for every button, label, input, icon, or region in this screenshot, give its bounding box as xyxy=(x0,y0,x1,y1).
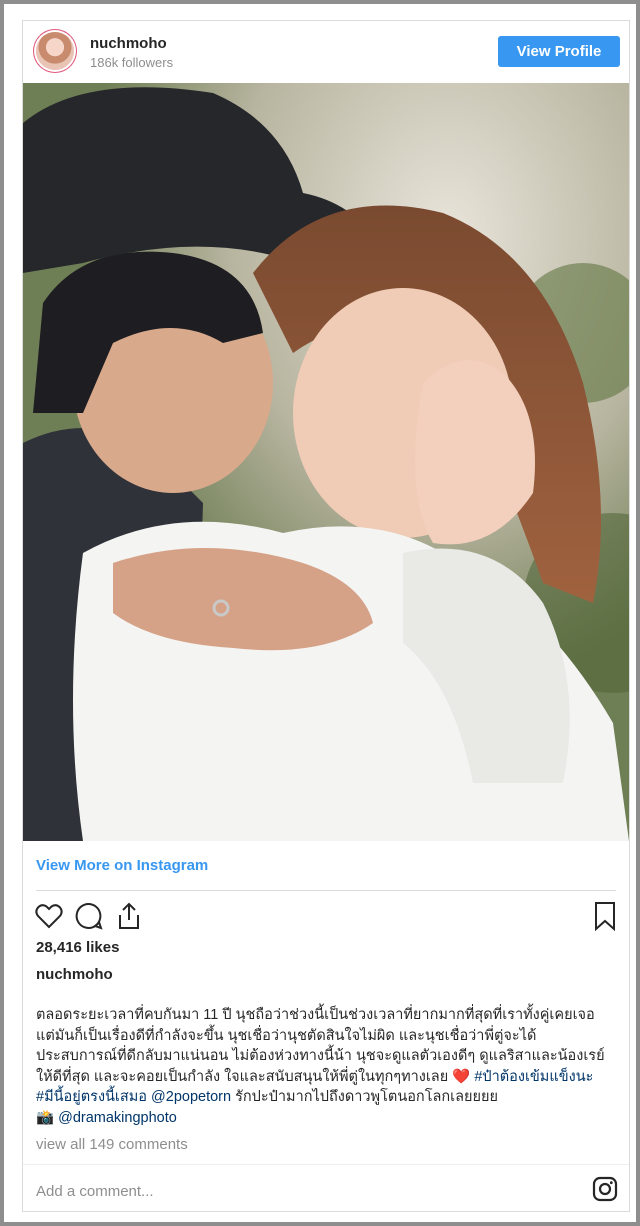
hashtag-link[interactable]: #ป๋าต้องเข้มแข็งนะ xyxy=(474,1069,593,1085)
mention-link[interactable]: @dramakingphoto xyxy=(58,1110,177,1126)
instagram-icon[interactable] xyxy=(592,1176,618,1202)
share-icon[interactable] xyxy=(114,901,144,931)
username[interactable]: nuchmoho xyxy=(90,35,167,52)
caption-username[interactable]: nuchmoho xyxy=(36,966,113,983)
camera-emoji: 📸 xyxy=(36,1109,55,1126)
divider xyxy=(23,1164,629,1165)
view-more-link[interactable]: View More on Instagram xyxy=(36,857,208,874)
post-photo[interactable] xyxy=(23,83,629,841)
caption-line: ประสบการณ์ที่ดีกลับมาแน่นอน ไม่ต้องห่วงท… xyxy=(36,1048,605,1064)
follower-count: 186k followers xyxy=(90,55,174,70)
action-bar xyxy=(23,901,629,933)
bookmark-icon[interactable] xyxy=(590,901,620,931)
post-header: nuchmoho 186k followers View Profile xyxy=(23,21,629,83)
view-comments-link[interactable]: view all 149 comments xyxy=(36,1136,188,1153)
heart-icon[interactable] xyxy=(34,901,64,931)
caption-line: 📸 @dramakingphoto xyxy=(36,1108,621,1129)
heart-emoji: ❤️ xyxy=(452,1068,471,1085)
caption-text: รักปะป๋ามากไปถึงดาวพูโตนอกโลกเลยยยย xyxy=(235,1089,498,1105)
caption-line: แต่มันก็เป็นเรื่องดีที่กำลังจะขึ้น นุชเช… xyxy=(36,1027,537,1044)
avatar[interactable] xyxy=(36,32,74,70)
divider xyxy=(36,890,616,891)
post-caption: ตลอดระยะเวลาที่คบกันมา 11 ปี นุชถือว่าช่… xyxy=(36,1005,621,1128)
caption-line: #มีนี้อยู่ตรงนี้เสมอ @2popetorn รักปะป๋า… xyxy=(36,1087,621,1108)
view-profile-button[interactable]: View Profile xyxy=(498,36,620,67)
hashtag-link[interactable]: #มีนี้อยู่ตรงนี้เสมอ xyxy=(36,1089,147,1105)
mention-link[interactable]: @2popetorn xyxy=(151,1089,231,1105)
embed-frame: nuchmoho 186k followers View Profile Vie… xyxy=(4,4,636,1222)
instagram-embed-card: nuchmoho 186k followers View Profile Vie… xyxy=(22,20,630,1212)
add-comment-input[interactable]: Add a comment... xyxy=(36,1183,154,1200)
caption-text: ให้ดีที่สุด และจะคอยเป็นกำลัง ใจและสนับส… xyxy=(36,1068,449,1085)
caption-line: ตลอดระยะเวลาที่คบกันมา 11 ปี นุชถือว่าช่… xyxy=(36,1007,595,1023)
like-count: 28,416 likes xyxy=(36,939,120,956)
caption-line: ให้ดีที่สุด และจะคอยเป็นกำลัง ใจและสนับส… xyxy=(36,1067,621,1088)
comment-icon[interactable] xyxy=(74,901,104,931)
